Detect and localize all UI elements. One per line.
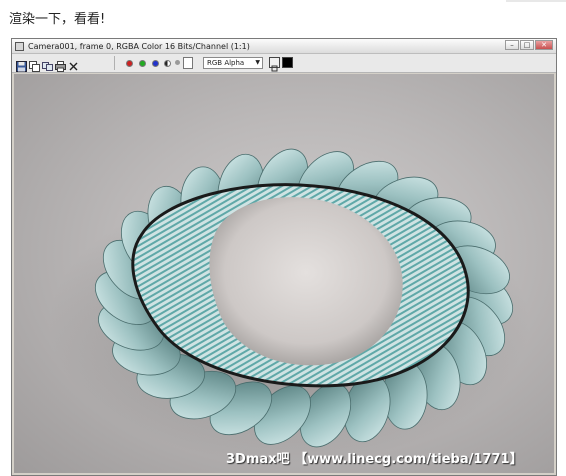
- window-titlebar[interactable]: Camera001, frame 0, RGBA Color 16 Bits/C…: [12, 39, 556, 54]
- watermark-text: 3Dmax吧 【www.linecg.com/tieba/1771】: [226, 452, 523, 467]
- rendered-image: [49, 148, 529, 464]
- maximize-icon[interactable]: □: [520, 40, 534, 50]
- window-controls: – □ ✕: [505, 40, 553, 50]
- channel-display-select[interactable]: RGB Alpha ▼: [203, 57, 263, 69]
- color-swatch[interactable]: [183, 57, 193, 69]
- app-icon: [15, 41, 24, 51]
- top-divider: [506, 0, 566, 2]
- copy-icon[interactable]: [29, 57, 40, 72]
- blue-channel-toggle[interactable]: [152, 60, 159, 67]
- toolbar-separator: [114, 56, 115, 70]
- red-channel-toggle[interactable]: [126, 60, 133, 67]
- render-toolbar: RGB Alpha ▼: [12, 54, 556, 73]
- clear-icon[interactable]: [68, 57, 79, 71]
- clone-icon[interactable]: [42, 57, 53, 71]
- post-text: 渲染一下，看看!: [9, 12, 106, 27]
- mono-toggle[interactable]: [175, 60, 180, 65]
- toggle-ui-overlay-icon[interactable]: [269, 57, 280, 72]
- green-channel-toggle[interactable]: [139, 60, 146, 67]
- display-alpha-swatch[interactable]: [282, 57, 293, 68]
- close-icon[interactable]: ✕: [535, 40, 553, 50]
- render-frame-window: Camera001, frame 0, RGBA Color 16 Bits/C…: [11, 38, 557, 476]
- window-title: Camera001, frame 0, RGBA Color 16 Bits/C…: [28, 41, 250, 51]
- minimize-icon[interactable]: –: [505, 40, 519, 50]
- alpha-channel-toggle[interactable]: [164, 60, 171, 67]
- print-icon[interactable]: [55, 57, 66, 72]
- save-icon[interactable]: [16, 57, 27, 72]
- chevron-down-icon: ▼: [255, 59, 260, 66]
- channel-display-value: RGB Alpha: [207, 59, 245, 67]
- render-viewport: 3Dmax吧 【www.linecg.com/tieba/1771】: [14, 74, 554, 473]
